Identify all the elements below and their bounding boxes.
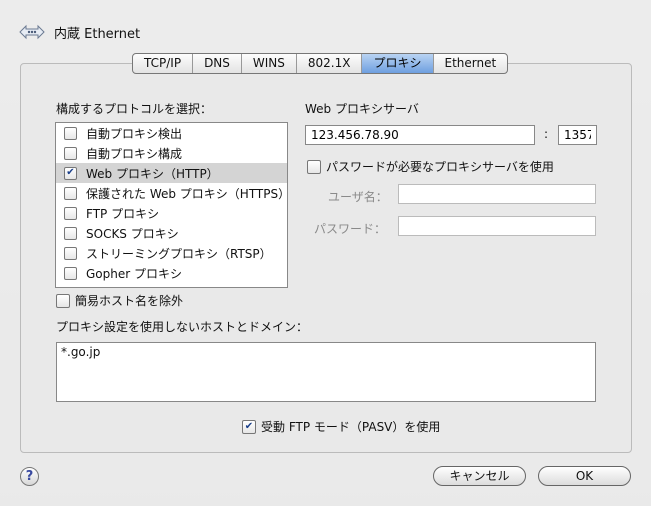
checkbox[interactable] (64, 266, 77, 280)
tab-tcpip[interactable]: TCP/IP (133, 54, 194, 73)
tab-ethernet[interactable]: Ethernet (434, 54, 508, 73)
tab-dns[interactable]: DNS (193, 54, 242, 73)
network-arrows-icon (19, 24, 45, 40)
protocol-list-heading: 構成するプロトコルを選択： (56, 102, 213, 116)
checkbox[interactable]: ✔ (242, 419, 256, 434)
checkbox[interactable] (64, 206, 77, 220)
protocol-label: ストリーミングプロキシ（RTSP） (86, 246, 272, 261)
protocol-item[interactable]: 自動プロキシ検出 (56, 123, 287, 143)
proxy-sheet: 内蔵 Ethernet TCP/IP DNS WINS 802.1X プロキシ … (0, 0, 651, 506)
tab-proxies[interactable]: プロキシ (362, 54, 434, 73)
password-required-label: パスワードが必要なプロキシサーバを使用 (326, 160, 554, 174)
protocol-label: 保護された Web プロキシ（HTTPS） (86, 186, 291, 201)
tab-wins[interactable]: WINS (242, 54, 297, 73)
protocol-item[interactable]: SOCKS プロキシ (56, 223, 287, 243)
bypass-label: プロキシ設定を使用しないホストとドメイン： (56, 320, 309, 334)
passive-ftp-label: 受動 FTP モード（PASV）を使用 (261, 420, 441, 434)
password-input[interactable] (398, 216, 596, 236)
checkbox[interactable] (64, 226, 77, 240)
protocol-label: 自動プロキシ検出 (86, 126, 183, 141)
protocol-label: FTP プロキシ (86, 206, 160, 221)
checkbox[interactable] (64, 246, 77, 260)
passive-ftp-row[interactable]: ✔ 受動 FTP モード（PASV）を使用 (242, 418, 440, 435)
tab-bar: TCP/IP DNS WINS 802.1X プロキシ Ethernet (132, 53, 509, 74)
checkmark-icon: ✔ (66, 167, 75, 178)
protocol-item[interactable]: Gopher プロキシ (56, 263, 287, 283)
sheet-header: 内蔵 Ethernet (18, 20, 140, 44)
checkbox[interactable] (56, 293, 70, 308)
protocol-item[interactable]: ストリーミングプロキシ（RTSP） (56, 243, 287, 263)
help-button[interactable]: ? (20, 467, 39, 486)
protocol-item[interactable]: ✔ Web プロキシ（HTTP） (56, 163, 287, 183)
protocol-item[interactable]: FTP プロキシ (56, 203, 287, 223)
interface-title: 内蔵 Ethernet (54, 26, 141, 42)
checkbox[interactable] (307, 159, 321, 174)
checkmark-icon: ✔ (244, 420, 254, 432)
exclude-simple-hosts-label: 簡易ホスト名を除外 (75, 294, 184, 308)
protocol-label: Web プロキシ（HTTP） (86, 166, 219, 181)
cancel-button[interactable]: キャンセル (433, 466, 526, 486)
tab-8021x[interactable]: 802.1X (297, 54, 363, 73)
checkbox[interactable] (64, 146, 77, 160)
bypass-hosts-textarea[interactable]: *.go.jp (56, 342, 596, 402)
proxy-port-input[interactable] (558, 125, 597, 145)
checkbox[interactable] (64, 126, 77, 140)
checkbox[interactable]: ✔ (64, 166, 77, 180)
username-label: ユーザ名： (328, 190, 388, 204)
exclude-simple-hosts-row[interactable]: 簡易ホスト名を除外 (56, 292, 183, 309)
proxy-host-input[interactable] (305, 125, 535, 145)
protocol-list: 自動プロキシ検出 自動プロキシ構成 ✔ Web プロキシ（HTTP） 保護された… (55, 122, 291, 288)
username-input[interactable] (398, 184, 596, 204)
checkbox[interactable] (64, 186, 77, 200)
password-label: パスワード： (314, 222, 387, 236)
protocol-label: Gopher プロキシ (86, 266, 182, 281)
ok-button[interactable]: OK (538, 466, 631, 486)
protocol-label: 自動プロキシ構成 (86, 146, 183, 161)
protocol-label: SOCKS プロキシ (86, 226, 179, 241)
protocol-item[interactable]: 自動プロキシ構成 (56, 143, 287, 163)
proxy-server-heading: Web プロキシサーバ (305, 102, 419, 116)
port-separator: : (544, 127, 549, 141)
protocol-item[interactable]: 保護された Web プロキシ（HTTPS） (56, 183, 291, 203)
password-required-row[interactable]: パスワードが必要なプロキシサーバを使用 (307, 158, 554, 175)
